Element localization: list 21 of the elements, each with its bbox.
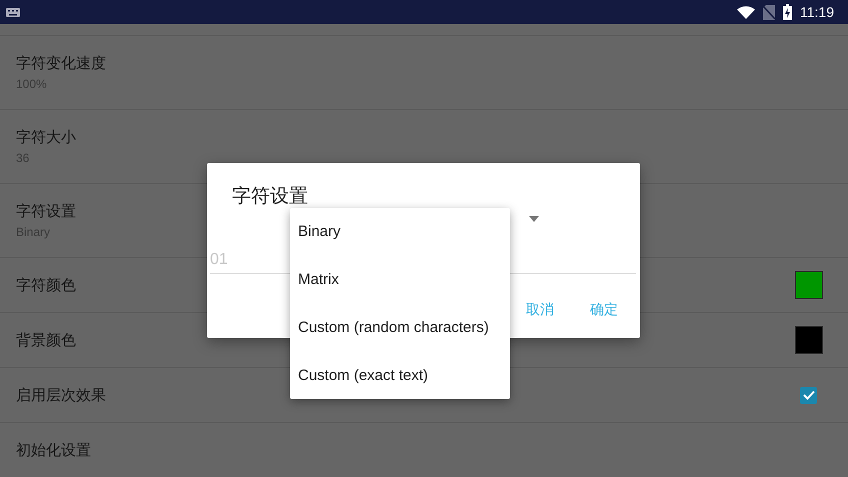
battery-charging-icon: [783, 4, 792, 20]
menu-item[interactable]: Binary: [290, 208, 510, 256]
menu-item[interactable]: Custom (random characters): [290, 304, 510, 352]
setting-title: 字符变化速度: [16, 54, 106, 73]
setting-title: 初始化设置: [16, 440, 91, 460]
menu-item[interactable]: Matrix: [290, 256, 510, 304]
no-sim-icon: [763, 4, 775, 20]
setting-title: 字符大小: [16, 128, 76, 147]
checkbox[interactable]: [800, 386, 817, 404]
color-swatch[interactable]: [795, 326, 823, 354]
setting-title: 启用层次效果: [16, 386, 106, 404]
dropdown-arrow-icon[interactable]: [529, 216, 539, 222]
menu-item[interactable]: Custom (exact text): [290, 351, 510, 399]
dialog-title: 字符设置: [232, 184, 308, 209]
keyboard-icon: [6, 8, 20, 16]
color-swatch[interactable]: [795, 271, 823, 299]
clock: 11:19: [800, 4, 834, 20]
setting-title: 背景颜色: [16, 330, 76, 350]
setting-title: 字符设置: [16, 202, 76, 221]
wifi-icon: [737, 6, 755, 18]
setting-title: 字符颜色: [16, 276, 76, 294]
